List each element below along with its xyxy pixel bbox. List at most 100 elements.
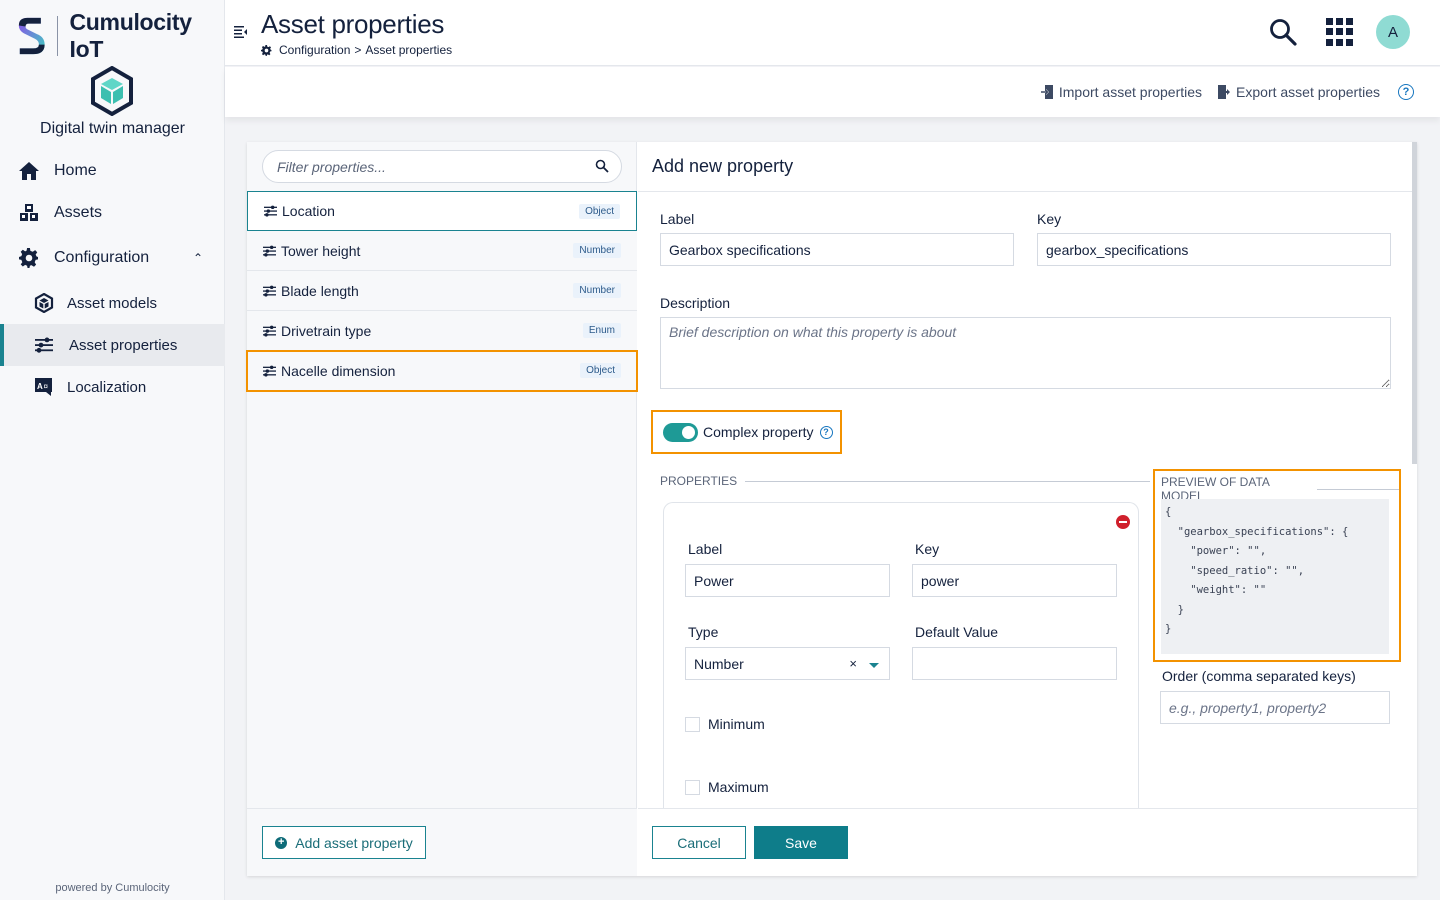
save-button[interactable]: Save <box>754 826 848 859</box>
property-label: Tower height <box>281 242 361 259</box>
sidebar-item-asset-models[interactable]: Asset models <box>0 282 225 324</box>
chevron-up-icon[interactable]: ⌃ <box>193 251 203 265</box>
import-asset-properties-button[interactable]: Import asset properties <box>1040 84 1202 100</box>
brand-divider <box>56 16 58 56</box>
plus-circle-icon: + <box>275 836 288 849</box>
powered-by: powered by Cumulocity <box>55 882 170 894</box>
sliders-icon <box>263 365 276 377</box>
property-label: Blade length <box>281 282 359 299</box>
help-icon[interactable]: ? <box>1398 84 1414 100</box>
left-pane-footer: + Add asset property <box>247 808 637 876</box>
help-icon[interactable]: ? <box>819 425 833 439</box>
sub-label-input[interactable] <box>685 564 890 597</box>
preview-code-block: { "gearbox_specifications": { "power": "… <box>1161 499 1389 654</box>
caret-down-icon[interactable] <box>869 663 879 668</box>
data-model-preview: PREVIEW OF DATA MODEL { "gearbox_specifi… <box>1153 469 1401 662</box>
sliders-icon <box>263 245 276 257</box>
minimum-checkbox-row: Minimum <box>685 716 765 732</box>
property-list: Location Object Tower height Number Blad… <box>246 191 638 392</box>
sub-key-input[interactable] <box>912 564 1117 597</box>
sub-key-field-label: Key <box>915 541 940 557</box>
property-item-tower-height[interactable]: Tower height Number <box>247 231 637 271</box>
breadcrumb-current: Asset properties <box>365 43 453 57</box>
minimum-label: Minimum <box>708 716 765 732</box>
page-title: Asset properties <box>261 9 445 39</box>
property-label: Drivetrain type <box>281 322 372 339</box>
label-field-label: Label <box>660 211 695 227</box>
gear-icon <box>18 247 40 269</box>
property-type-badge: Number <box>573 243 621 258</box>
sidebar-item-assets[interactable]: Assets <box>0 192 225 234</box>
sidebar-item-label: Localization <box>67 378 147 396</box>
filter-properties-input[interactable] <box>277 158 577 175</box>
asset-properties-card: Location Object Tower height Number Blad… <box>246 142 1417 876</box>
app-switcher-icon[interactable] <box>1326 18 1354 46</box>
sidebar-collapse-icon[interactable] <box>233 24 249 40</box>
default-value-field-label: Default Value <box>915 624 999 640</box>
breadcrumb-separator: > <box>354 43 362 57</box>
user-avatar[interactable]: A <box>1376 15 1410 49</box>
sidebar-item-label: Configuration <box>54 249 150 266</box>
property-label: Location <box>282 203 335 219</box>
sliders-icon <box>33 334 55 356</box>
key-input[interactable] <box>1037 233 1391 266</box>
add-asset-property-button[interactable]: + Add asset property <box>262 826 426 859</box>
property-item-drivetrain-type[interactable]: Drivetrain type Enum <box>247 311 637 351</box>
sidebar: Cumulocity IoT Digital twin manager Home… <box>0 0 225 900</box>
order-field-label: Order (comma separated keys) <box>1162 668 1356 684</box>
sidebar-item-home[interactable]: Home <box>0 150 225 192</box>
properties-section-label: PROPERTIES <box>660 474 738 488</box>
home-icon <box>18 160 40 182</box>
maximum-checkbox[interactable] <box>685 779 700 795</box>
cancel-button[interactable]: Cancel <box>652 826 746 859</box>
property-label: Nacelle dimension <box>281 362 396 379</box>
sidebar-item-asset-properties[interactable]: Asset properties <box>0 324 225 366</box>
search-icon[interactable] <box>595 159 609 173</box>
sidebar-item-label: Home <box>54 162 97 179</box>
label-input[interactable] <box>660 233 1014 266</box>
type-select[interactable]: Number × <box>685 647 890 680</box>
property-item-blade-length[interactable]: Blade length Number <box>247 271 637 311</box>
search-icon[interactable] <box>1268 17 1298 47</box>
breadcrumb: Configuration > Asset properties <box>261 43 452 57</box>
export-label: Export asset properties <box>1236 84 1380 100</box>
property-list-pane: Location Object Tower height Number Blad… <box>246 142 638 876</box>
maximum-checkbox-row: Maximum <box>685 779 769 795</box>
sidebar-nav: Home Assets Configuration ⌃ Asset models <box>0 150 225 408</box>
brand[interactable]: Cumulocity IoT <box>16 9 224 62</box>
property-item-location[interactable]: Location Object <box>247 191 637 231</box>
minimum-checkbox[interactable] <box>685 716 700 732</box>
add-asset-property-label: Add asset property <box>295 834 413 851</box>
action-bar: Import asset properties Export asset pro… <box>225 67 1440 117</box>
description-textarea[interactable] <box>660 317 1391 389</box>
export-icon <box>1218 85 1231 99</box>
form-footer: Cancel Save <box>638 808 1417 876</box>
gear-icon <box>261 44 272 56</box>
default-value-input[interactable] <box>912 647 1117 680</box>
brand-name: Cumulocity IoT <box>69 9 192 62</box>
sliders-icon <box>263 325 276 337</box>
sub-label-field-label: Label <box>688 541 723 557</box>
complex-property-toggle-group: Complex property ? <box>651 410 842 454</box>
filter-properties <box>262 150 622 183</box>
clear-icon[interactable]: × <box>849 656 857 671</box>
order-input[interactable] <box>1160 691 1390 724</box>
sliders-icon <box>263 285 276 297</box>
translate-icon: A ¤ <box>33 376 55 398</box>
svg-text:A: A <box>37 382 43 391</box>
export-asset-properties-button[interactable]: Export asset properties <box>1218 84 1380 100</box>
app-name: Digital twin manager <box>40 120 185 137</box>
breadcrumb-configuration[interactable]: Configuration <box>279 43 350 57</box>
digital-twin-app-icon <box>91 66 133 116</box>
form-scrollbar[interactable] <box>1412 142 1417 464</box>
sidebar-item-localization[interactable]: A ¤ Localization <box>0 366 225 408</box>
complex-property-toggle[interactable] <box>663 422 698 442</box>
property-item-nacelle-dimension[interactable]: Nacelle dimension Object <box>246 350 638 392</box>
form-title: Add new property <box>638 142 1417 192</box>
sidebar-item-configuration[interactable]: Configuration ⌃ <box>0 234 225 282</box>
remove-sub-property-icon[interactable] <box>1116 515 1130 529</box>
property-type-badge: Object <box>580 363 621 378</box>
import-icon <box>1040 85 1053 99</box>
sidebar-item-label: Assets <box>54 204 103 221</box>
property-type-badge: Number <box>573 283 621 298</box>
